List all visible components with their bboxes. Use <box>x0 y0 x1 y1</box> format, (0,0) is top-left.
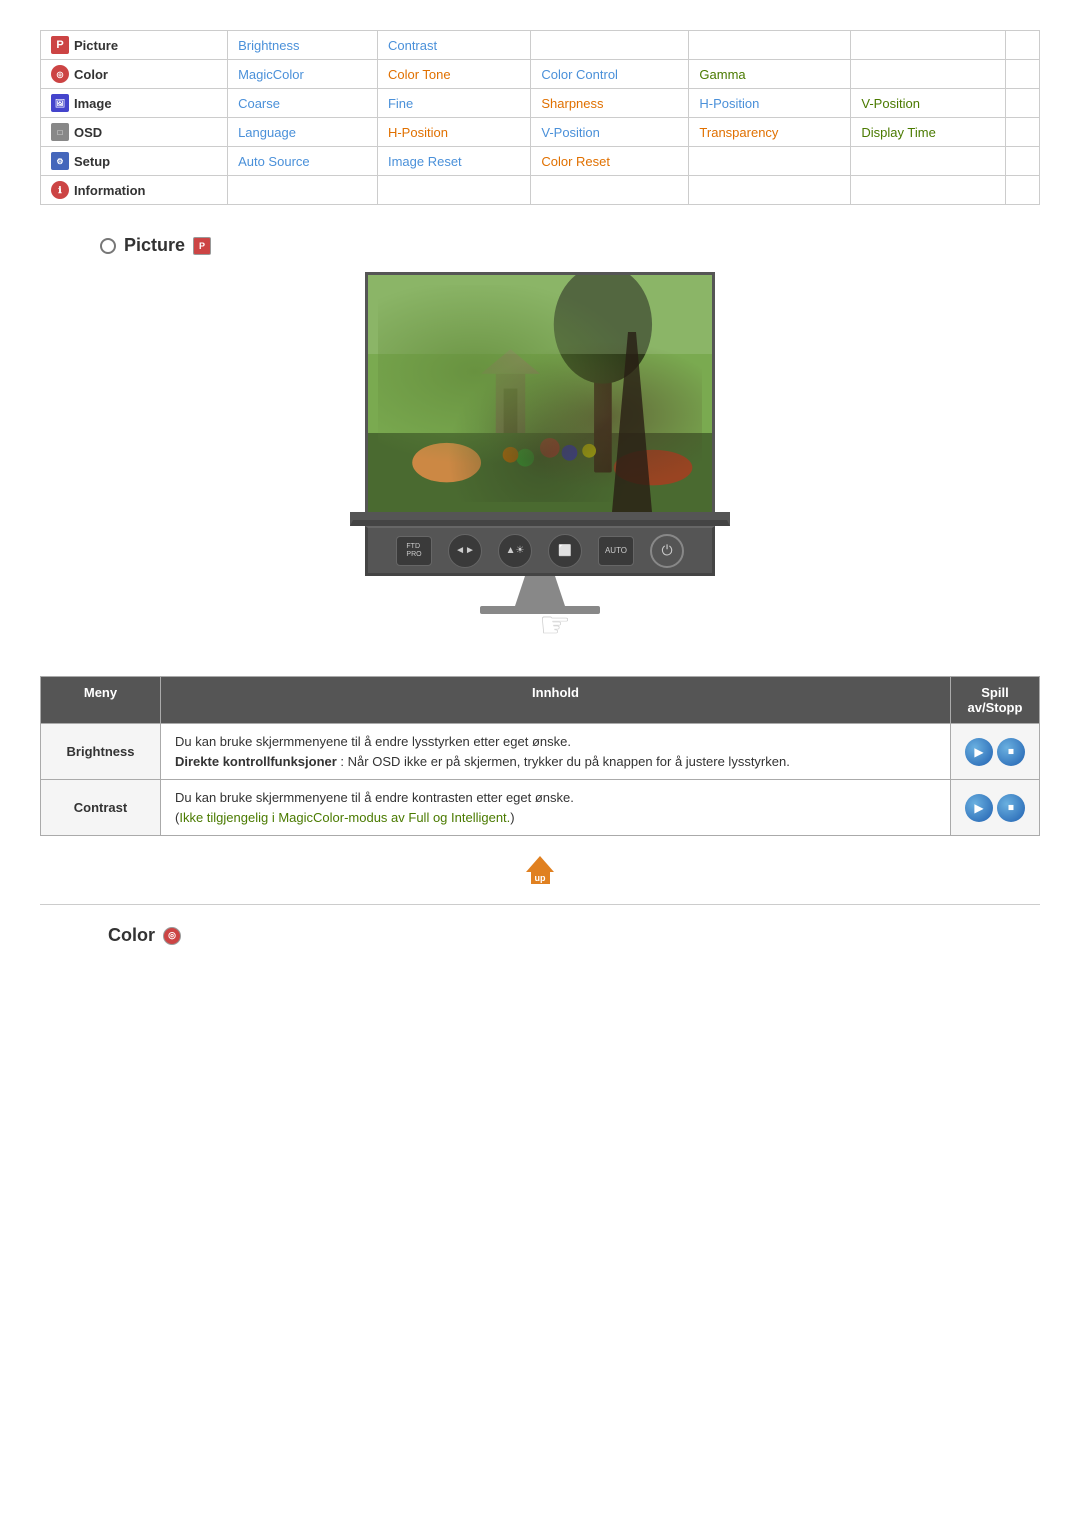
contrast-label: Contrast <box>74 800 127 815</box>
up-label: up <box>531 872 550 884</box>
table-row-brightness: Brightness Du kan bruke skjermmenyene ti… <box>41 724 1040 780</box>
control-btn-menu2[interactable]: ⬜ <box>548 534 582 568</box>
image-icon: 🖼 <box>51 94 69 112</box>
nav-hposition-img[interactable]: H-Position <box>699 96 759 111</box>
nav-row-setup: ⚙ Setup Auto Source Image Reset Color Re… <box>41 147 1040 176</box>
info-icon: ℹ <box>51 181 69 199</box>
nav-sharpness[interactable]: Sharpness <box>541 96 603 111</box>
content-cell-contrast: Du kan bruke skjermmenyene til å endre k… <box>161 780 951 836</box>
brightness-label: Brightness <box>67 744 135 759</box>
nav-imagereset[interactable]: Image Reset <box>388 154 462 169</box>
monitor-controls: FTDPRO ◄► ▲☀ ⬜ AUTO ⏻ <box>365 526 715 576</box>
monitor-screen <box>365 272 715 512</box>
table-row-contrast: Contrast Du kan bruke skjermmenyene til … <box>41 780 1040 836</box>
nav-hposition-osd[interactable]: H-Position <box>388 125 448 140</box>
control-btn-brightness[interactable]: ▲☀ <box>498 534 532 568</box>
up-arrow[interactable]: up <box>526 856 554 884</box>
brightness-stop-btn[interactable]: ⏹ <box>997 738 1025 766</box>
section-divider <box>40 904 1040 905</box>
control-btn-menu[interactable]: FTDPRO <box>396 536 432 566</box>
navigation-table: P Picture Brightness Contrast ◎ Color Ma… <box>40 30 1040 205</box>
nav-row-osd: □ OSD Language H-Position V-Position Tra… <box>41 118 1040 147</box>
col-header-menu: Meny <box>41 677 161 724</box>
color-section-title: Color <box>108 925 155 946</box>
picture-small-icon: P <box>193 237 211 255</box>
menu-cell-brightness: Brightness <box>41 724 161 780</box>
content-cell-brightness: Du kan bruke skjermmenyene til å endre l… <box>161 724 951 780</box>
content-table: Meny Innhold Spillav/Stopp Brightness Du… <box>40 676 1040 836</box>
contrast-stop-btn[interactable]: ⏹ <box>997 794 1025 822</box>
nav-label-information[interactable]: ℹ Information <box>51 181 217 199</box>
nav-colorcontrol[interactable]: Color Control <box>541 67 618 82</box>
nav-row-picture: P Picture Brightness Contrast <box>41 31 1040 60</box>
picture-section-header: Picture P <box>100 235 1040 256</box>
col-header-content: Innhold <box>161 677 951 724</box>
nav-fine[interactable]: Fine <box>388 96 413 111</box>
col-header-play: Spillav/Stopp <box>951 677 1040 724</box>
nav-transparency[interactable]: Transparency <box>699 125 778 140</box>
nav-label-image[interactable]: 🖼 Image <box>51 94 217 112</box>
monitor-display: FTDPRO ◄► ▲☀ ⬜ AUTO ⏻ ☞ <box>40 272 1040 646</box>
brightness-play-btn[interactable]: ▶ <box>965 738 993 766</box>
contrast-content: Du kan bruke skjermmenyene til å endre k… <box>175 790 574 825</box>
nav-label-osd[interactable]: □ OSD <box>51 123 217 141</box>
contrast-link[interactable]: Ikke tilgjengelig i MagicColor-modus av … <box>179 810 510 825</box>
picture-circle-icon <box>100 238 116 254</box>
nav-label-picture[interactable]: P Picture <box>51 36 217 54</box>
hand-cursor-icon: ☞ <box>539 604 571 646</box>
control-btn-auto[interactable]: AUTO <box>598 536 634 566</box>
color-icon: ◎ <box>51 65 69 83</box>
monitor-bezel <box>350 512 730 526</box>
nav-language[interactable]: Language <box>238 125 296 140</box>
nav-displaytime[interactable]: Display Time <box>861 125 935 140</box>
brightness-content: Du kan bruke skjermmenyene til å endre l… <box>175 734 790 769</box>
nav-colorreset[interactable]: Color Reset <box>541 154 610 169</box>
nav-autosource[interactable]: Auto Source <box>238 154 310 169</box>
contrast-play-buttons: ▶ ⏹ <box>965 794 1025 822</box>
nav-contrast[interactable]: Contrast <box>388 38 437 53</box>
nav-gamma[interactable]: Gamma <box>699 67 745 82</box>
nav-label-setup[interactable]: ⚙ Setup <box>51 152 217 170</box>
nav-row-information: ℹ Information <box>41 176 1040 205</box>
control-btn-power[interactable]: ⏻ <box>650 534 684 568</box>
nav-colortone[interactable]: Color Tone <box>388 67 451 82</box>
osd-icon: □ <box>51 123 69 141</box>
nav-brightness[interactable]: Brightness <box>238 38 299 53</box>
table-header-row: Meny Innhold Spillav/Stopp <box>41 677 1040 724</box>
color-section-header: Color ◎ <box>100 925 1040 946</box>
nav-coarse[interactable]: Coarse <box>238 96 280 111</box>
nav-row-color: ◎ Color MagicColor Color Tone Color Cont… <box>41 60 1040 89</box>
play-cell-contrast: ▶ ⏹ <box>951 780 1040 836</box>
content-table-wrapper: Meny Innhold Spillav/Stopp Brightness Du… <box>40 676 1040 836</box>
play-cell-brightness: ▶ ⏹ <box>951 724 1040 780</box>
monitor-stand <box>515 576 565 606</box>
picture-icon: P <box>51 36 69 54</box>
brightness-bold: Direkte kontrollfunksjoner <box>175 754 337 769</box>
up-arrow-wrapper: up <box>40 856 1040 884</box>
nav-vposition-osd[interactable]: V-Position <box>541 125 600 140</box>
nav-vposition-img[interactable]: V-Position <box>861 96 920 111</box>
monitor-image <box>368 275 712 512</box>
nav-row-image: 🖼 Image Coarse Fine Sharpness H-Position… <box>41 89 1040 118</box>
brightness-play-buttons: ▶ ⏹ <box>965 738 1025 766</box>
control-btn-back[interactable]: ◄► <box>448 534 482 568</box>
picture-section-title: Picture <box>124 235 185 256</box>
contrast-play-btn[interactable]: ▶ <box>965 794 993 822</box>
menu-cell-contrast: Contrast <box>41 780 161 836</box>
color-small-icon: ◎ <box>163 927 181 945</box>
arrow-head-icon <box>526 856 554 872</box>
nav-label-color[interactable]: ◎ Color <box>51 65 217 83</box>
nav-magiccolor[interactable]: MagicColor <box>238 67 304 82</box>
setup-icon: ⚙ <box>51 152 69 170</box>
